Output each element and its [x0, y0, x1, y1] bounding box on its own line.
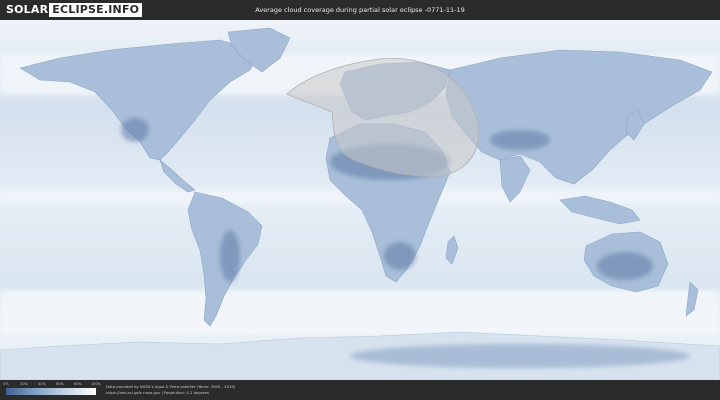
- footer-bar: 0% 20% 40% 60% 80% 100% Data provided by…: [0, 380, 720, 400]
- legend-tick: 0%: [3, 382, 9, 386]
- legend-tick: 100%: [90, 382, 102, 386]
- credit-line-2[interactable]: https://neo.sci.gsfc.nasa.gov | Resoluti…: [106, 390, 235, 396]
- legend-tick: 40%: [38, 382, 46, 386]
- cloud-coverage-map: [0, 20, 720, 380]
- cloud-coverage-legend-bar: [6, 388, 96, 395]
- antarctic-clear-zone: [350, 344, 690, 368]
- world-map-svg: [0, 20, 720, 380]
- legend-tick: 20%: [20, 382, 28, 386]
- header-bar: SOLAR ECLIPSE.INFO Average cloud coverag…: [0, 0, 720, 20]
- data-credits: Data provided by NASA's Aqua & Terra sat…: [106, 384, 235, 396]
- page-title: Average cloud coverage during partial so…: [255, 6, 465, 14]
- legend-tick: 80%: [74, 382, 82, 386]
- legend-tick: 60%: [56, 382, 64, 386]
